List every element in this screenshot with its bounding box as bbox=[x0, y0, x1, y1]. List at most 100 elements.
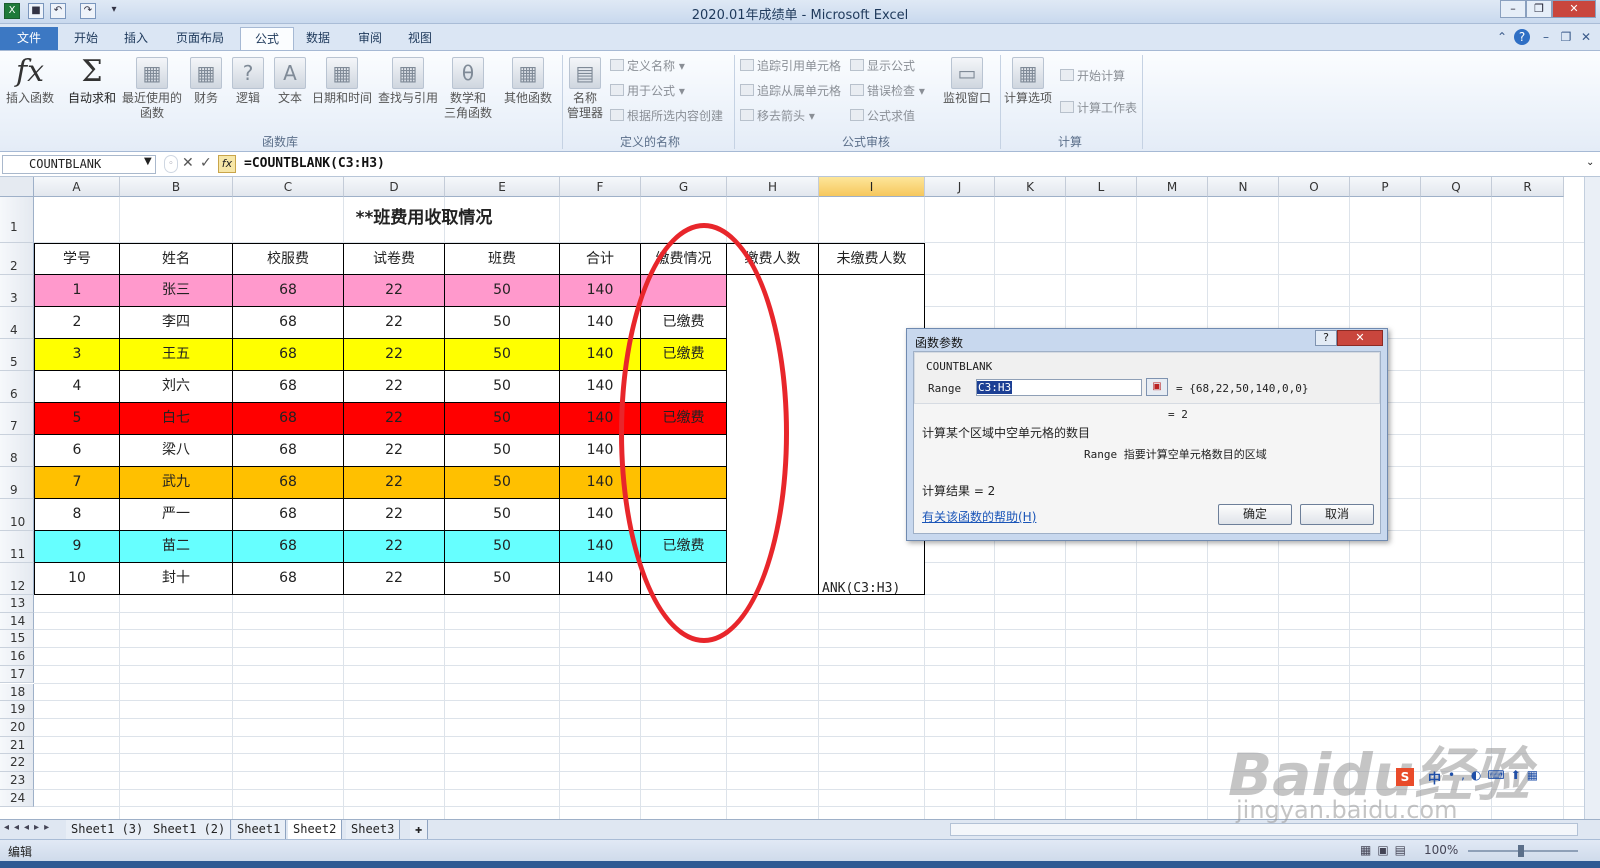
name-box[interactable]: COUNTBLANK bbox=[2, 155, 156, 174]
confirm-edit-icon[interactable]: ✓ bbox=[200, 155, 212, 171]
data-cell-uniform[interactable]: 68 bbox=[233, 339, 344, 371]
row-header-20[interactable]: 20 bbox=[0, 718, 34, 737]
column-header-o[interactable]: O bbox=[1279, 177, 1350, 197]
expand-namebox-icon[interactable]: ◦ bbox=[164, 155, 178, 173]
insert-fx-icon[interactable]: fx bbox=[218, 155, 236, 173]
header-cell[interactable]: 试卷费 bbox=[344, 243, 445, 275]
data-cell-name[interactable]: 封十 bbox=[120, 563, 233, 595]
formula-input[interactable]: =COUNTBLANK(C3:H3) bbox=[244, 156, 385, 171]
row-header-1[interactable]: 1 bbox=[0, 197, 34, 243]
trace-dependents-button[interactable]: 追踪从属单元格 bbox=[740, 84, 841, 99]
recent-functions-button[interactable]: ▦ 最近使用的 函数 bbox=[120, 57, 184, 121]
row-header-10[interactable]: 10 bbox=[0, 499, 34, 531]
column-header-m[interactable]: M bbox=[1137, 177, 1208, 197]
ok-button[interactable]: 确定 bbox=[1218, 504, 1292, 525]
collapse-dialog-button[interactable]: ▣ bbox=[1146, 378, 1168, 396]
calc-sheet-button[interactable]: 计算工作表 bbox=[1060, 101, 1137, 116]
doc-restore-icon[interactable]: ❐ bbox=[1558, 29, 1574, 45]
data-cell-no[interactable]: 10 bbox=[34, 563, 120, 595]
financial-button[interactable]: ▦ 财务 bbox=[186, 57, 226, 106]
ime-mode-label[interactable]: 中 bbox=[1428, 768, 1441, 787]
row-header-11[interactable]: 11 bbox=[0, 531, 34, 563]
show-formulas-button[interactable]: 显示公式 bbox=[850, 59, 915, 74]
data-cell-class-fee[interactable]: 50 bbox=[445, 499, 560, 531]
row-header-17[interactable]: 17 bbox=[0, 665, 34, 684]
evaluate-formula-button[interactable]: 公式求值 bbox=[850, 109, 915, 124]
insert-function-button[interactable]: fx 插入函数 bbox=[4, 57, 56, 106]
data-cell-exam[interactable]: 22 bbox=[344, 435, 445, 467]
data-cell-name[interactable]: 武九 bbox=[120, 467, 233, 499]
column-header-k[interactable]: K bbox=[995, 177, 1066, 197]
header-cell[interactable]: 校服费 bbox=[233, 243, 344, 275]
ribbon-minimize-icon[interactable]: ⌃ bbox=[1494, 29, 1510, 45]
cancel-button[interactable]: 取消 bbox=[1300, 504, 1374, 525]
row-header-4[interactable]: 4 bbox=[0, 307, 34, 339]
calc-now-button[interactable]: 开始计算 bbox=[1060, 69, 1125, 84]
data-cell-exam[interactable]: 22 bbox=[344, 499, 445, 531]
row-header-12[interactable]: 12 bbox=[0, 563, 34, 595]
text-button[interactable]: A 文本 bbox=[270, 57, 310, 106]
close-button[interactable]: ✕ bbox=[1552, 0, 1596, 18]
column-header-c[interactable]: C bbox=[233, 177, 344, 197]
data-cell-exam[interactable]: 22 bbox=[344, 339, 445, 371]
row-header-18[interactable]: 18 bbox=[0, 683, 34, 702]
row-header-8[interactable]: 8 bbox=[0, 435, 34, 467]
column-header-q[interactable]: Q bbox=[1421, 177, 1492, 197]
trace-precedents-button[interactable]: 追踪引用单元格 bbox=[740, 59, 841, 74]
insert-sheet-icon[interactable]: ✚ bbox=[410, 820, 429, 839]
data-cell-no[interactable]: 3 bbox=[34, 339, 120, 371]
column-header-p[interactable]: P bbox=[1350, 177, 1421, 197]
data-cell-no[interactable]: 5 bbox=[34, 403, 120, 435]
row-header-13[interactable]: 13 bbox=[0, 595, 34, 613]
data-cell-uniform[interactable]: 68 bbox=[233, 371, 344, 403]
tab-review[interactable]: 审阅 bbox=[344, 27, 396, 50]
row-header-23[interactable]: 23 bbox=[0, 772, 34, 790]
data-cell-uniform[interactable]: 68 bbox=[233, 499, 344, 531]
data-cell-uniform[interactable]: 68 bbox=[233, 467, 344, 499]
row-header-19[interactable]: 19 bbox=[0, 701, 34, 719]
editing-cell-text[interactable]: ANK(C3:H3) bbox=[822, 581, 900, 596]
column-header-d[interactable]: D bbox=[344, 177, 445, 197]
view-buttons-icon[interactable]: ▦▣▤ bbox=[1360, 843, 1412, 857]
help-icon[interactable]: ? bbox=[1514, 29, 1530, 45]
datetime-button[interactable]: ▦ 日期和时间 bbox=[310, 57, 374, 106]
column-header-e[interactable]: E bbox=[445, 177, 560, 197]
use-in-formula-button[interactable]: 用于公式 ▾ bbox=[610, 84, 685, 99]
data-cell-no[interactable]: 6 bbox=[34, 435, 120, 467]
data-cell-name[interactable]: 张三 bbox=[120, 275, 233, 307]
dialog-help-icon[interactable]: ? bbox=[1315, 330, 1337, 346]
doc-close-icon[interactable]: ✕ bbox=[1578, 29, 1594, 45]
tab-data[interactable]: 数据 bbox=[292, 27, 344, 50]
data-cell-name[interactable]: 梁八 bbox=[120, 435, 233, 467]
data-cell-no[interactable]: 2 bbox=[34, 307, 120, 339]
math-button[interactable]: θ 数学和 三角函数 bbox=[440, 57, 496, 121]
ime-toolbar-icons[interactable]: •,◐⌨⬆▦ bbox=[1448, 768, 1544, 782]
column-header-n[interactable]: N bbox=[1208, 177, 1279, 197]
data-cell-no[interactable]: 9 bbox=[34, 531, 120, 563]
data-cell-class-fee[interactable]: 50 bbox=[445, 435, 560, 467]
minimize-button[interactable]: – bbox=[1500, 0, 1526, 18]
data-cell-no[interactable]: 4 bbox=[34, 371, 120, 403]
autosum-button[interactable]: Σ 自动求和 bbox=[64, 57, 120, 106]
data-cell-no[interactable]: 8 bbox=[34, 499, 120, 531]
data-cell-class-fee[interactable]: 50 bbox=[445, 371, 560, 403]
header-cell[interactable]: 未缴费人数 bbox=[819, 243, 925, 275]
column-header-a[interactable]: A bbox=[34, 177, 120, 197]
data-cell-class-fee[interactable]: 50 bbox=[445, 467, 560, 499]
dialog-close-button[interactable]: ✕ bbox=[1337, 330, 1383, 346]
horizontal-scrollbar[interactable] bbox=[950, 823, 1578, 836]
data-cell-exam[interactable]: 22 bbox=[344, 531, 445, 563]
formula-expand-icon[interactable]: ⌄ bbox=[1586, 157, 1594, 168]
row-header-15[interactable]: 15 bbox=[0, 630, 34, 649]
data-cell-class-fee[interactable]: 50 bbox=[445, 275, 560, 307]
data-cell-no[interactable]: 7 bbox=[34, 467, 120, 499]
row-header-6[interactable]: 6 bbox=[0, 371, 34, 403]
row-header-5[interactable]: 5 bbox=[0, 339, 34, 371]
sheet-tab-5[interactable]: Sheet3 bbox=[346, 820, 401, 839]
zoom-level[interactable]: 100% bbox=[1424, 843, 1458, 857]
data-cell-name[interactable]: 严一 bbox=[120, 499, 233, 531]
data-cell-class-fee[interactable]: 50 bbox=[445, 531, 560, 563]
data-cell-name[interactable]: 王五 bbox=[120, 339, 233, 371]
doc-minimize-icon[interactable]: – bbox=[1538, 29, 1554, 45]
header-cell[interactable]: 班费 bbox=[445, 243, 560, 275]
